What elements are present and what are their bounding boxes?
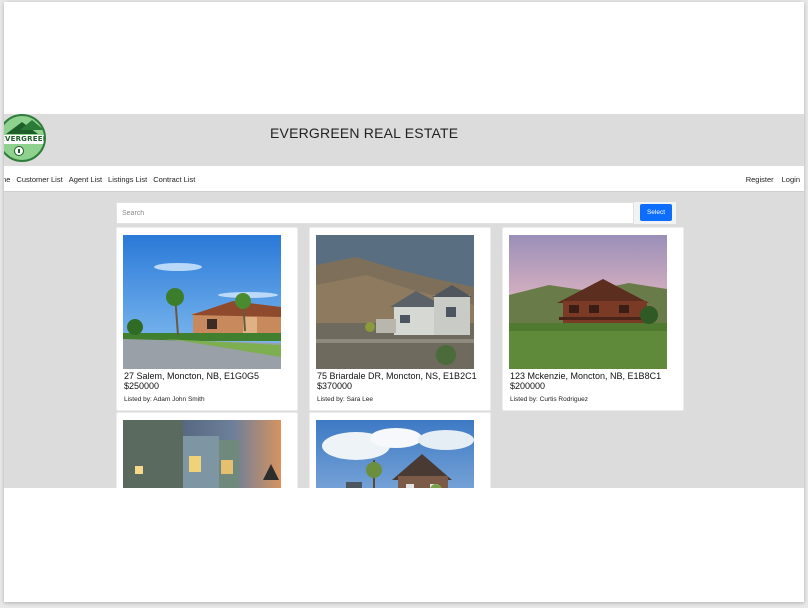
logo-text: EVERGREEN — [4, 135, 44, 144]
listing-agent: Listed by: Sara Lee — [317, 396, 373, 403]
agent-name: Adam John Smith — [153, 396, 205, 403]
listing-price: $200000 — [510, 381, 546, 391]
browser-frame: EVERGREEN EVERGREEN REAL ESTATE me Custo… — [4, 2, 804, 602]
nav-home[interactable]: me — [4, 175, 10, 184]
listing-photo[interactable] — [123, 235, 281, 369]
listed-by-label: Listed by: — [124, 396, 152, 403]
agent-name: Curtis Rodriguez — [539, 396, 589, 403]
listing-photo[interactable] — [316, 420, 474, 488]
page-title: EVERGREEN REAL ESTATE — [270, 125, 459, 141]
nav-login[interactable]: Login — [782, 175, 800, 184]
nav-customer-list[interactable]: Customer List — [16, 175, 62, 184]
listing-card[interactable]: 123 Mckenzie, Moncton, NB, E1B8C1 $20000… — [502, 227, 684, 411]
keyhole-icon — [14, 146, 24, 156]
site-header: EVERGREEN EVERGREEN REAL ESTATE — [4, 114, 804, 166]
search-input[interactable] — [116, 202, 634, 224]
listed-by-label: Listed by: — [510, 396, 538, 403]
search-bar: Select — [116, 202, 676, 224]
listing-agent: Listed by: Adam John Smith — [124, 396, 205, 403]
nav-right: Register Login — [746, 175, 800, 184]
listing-address: 27 Salem, Moncton, NB, E1G0G5 — [124, 371, 260, 381]
navbar: me Customer List Agent List Listings Lis… — [4, 166, 804, 192]
nav-left: me Customer List Agent List Listings Lis… — [4, 175, 195, 184]
listing-card[interactable]: 75 Briardale DR, Moncton, NS, E1B2C1 $37… — [309, 227, 491, 411]
page-viewport: EVERGREEN EVERGREEN REAL ESTATE me Custo… — [4, 114, 804, 488]
listing-price: $370000 — [317, 381, 353, 391]
nav-contract-list[interactable]: Contract List — [153, 175, 195, 184]
nav-agent-list[interactable]: Agent List — [69, 175, 102, 184]
listing-address: 123 Mckenzie, Moncton, NB, E1B8C1 — [510, 371, 662, 381]
listed-by-label: Listed by: — [317, 396, 345, 403]
agent-name: Sara Lee — [346, 396, 374, 403]
select-button[interactable]: Select — [640, 204, 672, 221]
listing-photo[interactable] — [509, 235, 667, 369]
listing-photo[interactable] — [316, 235, 474, 369]
listing-card[interactable] — [309, 412, 491, 488]
logo-roof-icon — [20, 120, 44, 130]
listing-card[interactable] — [116, 412, 298, 488]
nav-listings-list[interactable]: Listings List — [108, 175, 147, 184]
evergreen-logo[interactable]: EVERGREEN — [4, 114, 46, 162]
listing-price: $250000 — [124, 381, 160, 391]
listing-agent: Listed by: Curtis Rodriguez — [510, 396, 588, 403]
listing-card[interactable]: 27 Salem, Moncton, NB, E1G0G5 $250000 Li… — [116, 227, 298, 411]
listing-photo[interactable] — [123, 420, 281, 488]
nav-register[interactable]: Register — [746, 175, 774, 184]
listing-address: 75 Briardale DR, Moncton, NS, E1B2C1 — [317, 371, 477, 381]
